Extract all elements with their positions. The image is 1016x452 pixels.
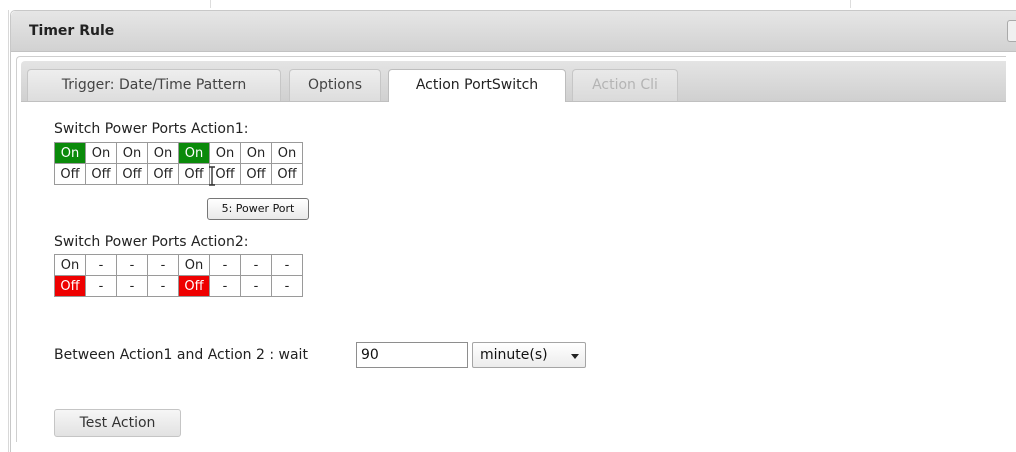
action2-port-8-on[interactable]: - (271, 254, 303, 276)
power-port-tooltip: 5: Power Port (207, 198, 309, 220)
divider (850, 0, 851, 8)
action2-port-4-off[interactable]: - (147, 275, 179, 297)
action2-port-5-on[interactable]: On (178, 254, 210, 276)
action1-port-3-off[interactable]: Off (116, 163, 148, 185)
action2-port-7-on[interactable]: - (240, 254, 272, 276)
action2-port-1-off[interactable]: Off (54, 275, 86, 297)
action1-port-2-off[interactable]: Off (85, 163, 117, 185)
action1-port-5-off[interactable]: Off (178, 163, 210, 185)
action2-port-grid: On - - - On - - - Off - - - Off - - - (54, 254, 303, 297)
action2-off-row: Off - - - Off - - - (54, 275, 303, 297)
action1-port-1-on[interactable]: On (54, 142, 86, 164)
tab-options[interactable]: Options (289, 69, 381, 101)
action1-port-3-on[interactable]: On (116, 142, 148, 164)
action2-port-2-on[interactable]: - (85, 254, 117, 276)
action2-port-5-off[interactable]: Off (178, 275, 210, 297)
action2-port-4-on[interactable]: - (147, 254, 179, 276)
tab-trigger-date-time-pattern[interactable]: Trigger: Date/Time Pattern (27, 69, 281, 101)
action1-port-1-off[interactable]: Off (54, 163, 86, 185)
action1-port-6-on[interactable]: On (209, 142, 241, 164)
tab-action-cli: Action Cli (572, 69, 678, 101)
action1-port-8-on[interactable]: On (271, 142, 303, 164)
action1-on-row: On On On On On On On On (54, 142, 303, 164)
tab-action-portswitch[interactable]: Action PortSwitch (388, 69, 566, 102)
text-cursor-icon (209, 166, 215, 186)
action2-port-7-off[interactable]: - (240, 275, 272, 297)
action2-port-2-off[interactable]: - (85, 275, 117, 297)
dialog-title: Timer Rule (29, 23, 115, 39)
wait-duration-input[interactable] (356, 342, 468, 368)
dialog-titlebar[interactable]: Timer Rule (11, 11, 1016, 52)
action1-port-2-on[interactable]: On (85, 142, 117, 164)
wait-label: Between Action1 and Action 2 : wait (54, 347, 308, 363)
action1-port-5-on[interactable]: On (178, 142, 210, 164)
action2-port-3-off[interactable]: - (116, 275, 148, 297)
tab-bar: Trigger: Date/Time Pattern Options Actio… (21, 61, 1006, 102)
divider (210, 0, 211, 8)
action2-port-1-on[interactable]: On (54, 254, 86, 276)
action1-port-4-off[interactable]: Off (147, 163, 179, 185)
action1-port-7-off[interactable]: Off (240, 163, 272, 185)
chevron-down-icon (571, 354, 579, 359)
action2-on-row: On - - - On - - - (54, 254, 303, 276)
wait-unit-select[interactable]: minute(s) (472, 342, 586, 368)
test-action-button[interactable]: Test Action (54, 409, 181, 437)
action2-port-8-off[interactable]: - (271, 275, 303, 297)
action1-port-4-on[interactable]: On (147, 142, 179, 164)
wait-unit-value: minute(s) (480, 347, 548, 363)
divider (8, 10, 9, 452)
titlebar-button[interactable] (1007, 20, 1016, 42)
background-window-strip (0, 0, 1016, 8)
action2-port-6-on[interactable]: - (209, 254, 241, 276)
action1-label: Switch Power Ports Action1: (54, 121, 249, 137)
action2-port-3-on[interactable]: - (116, 254, 148, 276)
action2-label: Switch Power Ports Action2: (54, 234, 249, 250)
action1-port-8-off[interactable]: Off (271, 163, 303, 185)
action1-port-7-on[interactable]: On (240, 142, 272, 164)
action1-port-grid: On On On On On On On On Off Off Off Off … (54, 142, 303, 185)
action2-port-6-off[interactable]: - (209, 275, 241, 297)
action1-off-row: Off Off Off Off Off Off Off Off (54, 163, 303, 185)
